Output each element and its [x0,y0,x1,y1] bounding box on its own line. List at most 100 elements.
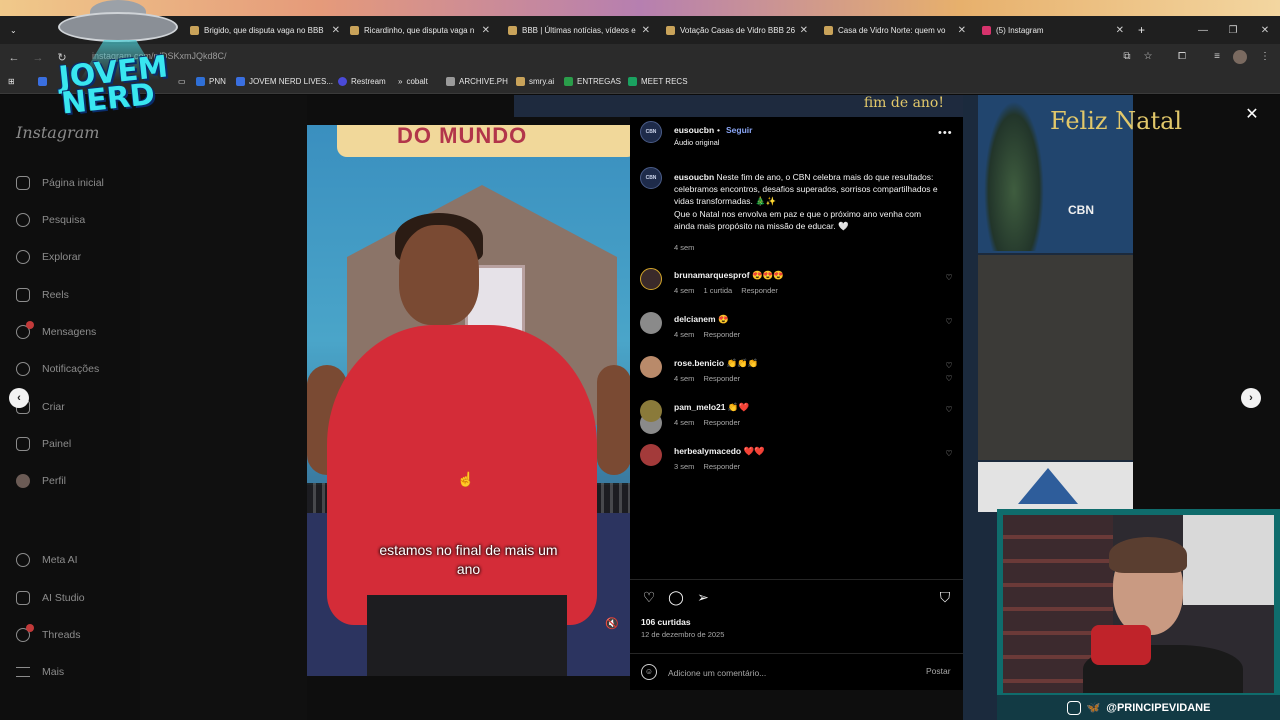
apps-grid-icon[interactable]: ⊞ [8,77,15,86]
bookmark-star-icon[interactable]: ☆ [1141,50,1155,64]
comment-bubble-icon[interactable]: ◯ [667,588,685,606]
comment: brunamarquesprof 😍😍😍 [674,270,784,280]
browser-tab[interactable]: BBB | Últimas notícias, vídeos e ✕ [508,16,650,44]
sidebar-item-reels[interactable]: Reels [16,286,69,304]
sidebar-item-search[interactable]: Pesquisa [16,211,85,229]
desktop-wallpaper-strip [0,0,1280,16]
person-face [399,225,479,325]
meta-ai-icon [16,553,30,567]
cbn-logo: CBN [1068,203,1094,217]
post-comment-button[interactable]: Postar [926,666,951,676]
browser-tab[interactable]: Brigido, que disputa vaga no BBB ✕ [190,16,340,44]
sidebar-item-dashboard[interactable]: Painel [16,435,71,453]
comment-input[interactable] [668,666,908,680]
bookmark-item[interactable]: MEET RECS [628,77,688,86]
commenter-avatar[interactable] [640,400,662,422]
bookmark-item[interactable]: JOVEM NERD LIVES... [236,77,333,86]
extensions-icon[interactable]: ⧠ [1175,50,1189,64]
previous-post-chevron-icon[interactable]: ‹ [9,388,29,408]
browser-tab[interactable]: Ricardinho, que disputa vaga n ✕ [350,16,490,44]
close-icon[interactable]: ✕ [1244,107,1260,123]
tab-close-icon[interactable]: ✕ [642,25,650,36]
sidebar-item-profile[interactable]: Perfil [16,472,66,490]
save-bookmark-icon[interactable]: ⛉ [936,588,954,606]
next-post-chevron-icon[interactable]: › [1241,388,1261,408]
bookmark-item[interactable]: Restream [338,77,386,86]
sidebar-item-ai-studio[interactable]: AI Studio [16,589,85,607]
sidebar-item-threads[interactable]: Threads [16,624,81,644]
media-controls-icon[interactable]: ≡ [1210,50,1224,64]
bookmark-favicon-icon [628,77,637,86]
sidebar-item-messages[interactable]: Mensagens [16,321,96,341]
commenter-avatar[interactable] [640,444,662,466]
video-subtitle: estamos no final de mais um ano [379,542,558,577]
notification-badge [26,321,34,329]
hand-cursor-icon: ☝ [457,471,475,487]
tab-favicon-icon [666,25,675,35]
install-app-icon[interactable]: ⧉ [1120,50,1134,64]
post-caption: eusoucbn Neste fim de ano, o CBN celebra… [674,172,938,231]
tab-close-icon[interactable]: ✕ [1116,25,1124,36]
post-date: 12 de dezembro de 2025 [641,630,725,639]
browser-tab-active[interactable]: (5) Instagram ✕ [982,16,1124,44]
browser-tab[interactable]: Casa de Vidro Norte: quem vo ✕ [824,16,966,44]
sidebar-item-home[interactable]: Página inicial [16,174,104,192]
browser-menu-icon[interactable]: ⋮ [1258,50,1272,64]
sidebar-item-more[interactable]: Mais [16,663,64,681]
like-heart-icon[interactable]: ♡ [640,588,658,606]
commenter-avatar[interactable] [640,268,662,290]
like-comment-heart-icon[interactable]: ♡ [944,405,954,415]
like-comment-heart-icon[interactable]: ♡ [944,317,954,327]
ufo-saucer [58,12,178,42]
browser-tab-bar: ⌄ Brigido, que disputa vaga no BBB ✕ Rica… [0,16,1280,44]
likes-count[interactable]: 106 curtidas [641,617,691,627]
sidebar-item-meta-ai[interactable]: Meta AI [16,551,78,569]
tab-close-icon[interactable]: ✕ [332,25,340,36]
more-options-icon[interactable]: ••• [938,127,953,139]
comment: rose.benicio 👏👏👏 [674,358,759,368]
browser-tab[interactable]: Votação Casas de Vidro BBB 26 ✕ [666,16,808,44]
restore-window-icon[interactable]: ❐ [1218,16,1248,44]
like-comment-heart-icon[interactable]: ♡ [944,273,954,283]
bookmark-favicon-icon [338,77,347,86]
original-audio-link[interactable]: Áudio original [674,138,719,147]
separator-dot: • [717,125,720,135]
bookmark-item[interactable]: ENTREGAS [564,77,621,86]
like-comment-heart-icon[interactable]: ♡ [944,374,954,384]
tab-close-icon[interactable]: ✕ [800,25,808,36]
tab-favicon-icon [190,25,199,35]
emoji-icon[interactable]: ☺ [641,664,657,680]
follow-button[interactable]: Seguir [726,125,752,135]
compass-icon [16,250,30,264]
bookmark-item[interactable]: » cobalt [398,77,428,86]
streamer-webcam: 🦋 @PRINCIPEVIDANE [997,509,1280,720]
tab-close-icon[interactable]: ✕ [482,25,490,36]
christmas-tree-image [984,101,1044,251]
bookmark-item[interactable]: ARCHIVE.PH [446,77,508,86]
bookmark-item[interactable]: PNN [196,77,226,86]
reel-video-player[interactable]: DO MUNDO estamos no final de mais um ano… [307,125,630,676]
commenter-avatar[interactable] [640,356,662,378]
close-window-icon[interactable]: ✕ [1250,16,1280,44]
sidebar-item-notifications[interactable]: Notificações [16,360,99,378]
share-send-icon[interactable]: ➢ [694,588,712,606]
author-avatar[interactable]: CBN [640,167,662,189]
heart-icon [16,362,30,376]
dashboard-icon [16,437,30,451]
new-tab-button[interactable]: + [1138,16,1152,44]
back-arrow-icon[interactable]: ← [6,50,22,66]
minimize-window-icon[interactable]: — [1188,16,1218,44]
muted-speaker-icon[interactable]: 🔇 [605,617,619,631]
profile-avatar-icon[interactable] [1233,50,1247,64]
bookmark-item[interactable]: smry.ai [516,77,554,86]
commenter-avatar[interactable] [640,312,662,334]
tab-close-icon[interactable]: ✕ [958,25,966,36]
tab-search-dropdown[interactable]: ⌄ [10,16,30,44]
sidebar-item-explore[interactable]: Explorar [16,248,81,266]
author-avatar[interactable]: CBN [640,121,662,143]
author-username[interactable]: eusoucbn [674,125,714,135]
like-comment-heart-icon[interactable]: ♡ [944,449,954,459]
like-comment-heart-icon[interactable]: ♡ [944,361,954,371]
caption-username[interactable]: eusoucbn [674,172,714,182]
messenger-icon [16,321,34,339]
